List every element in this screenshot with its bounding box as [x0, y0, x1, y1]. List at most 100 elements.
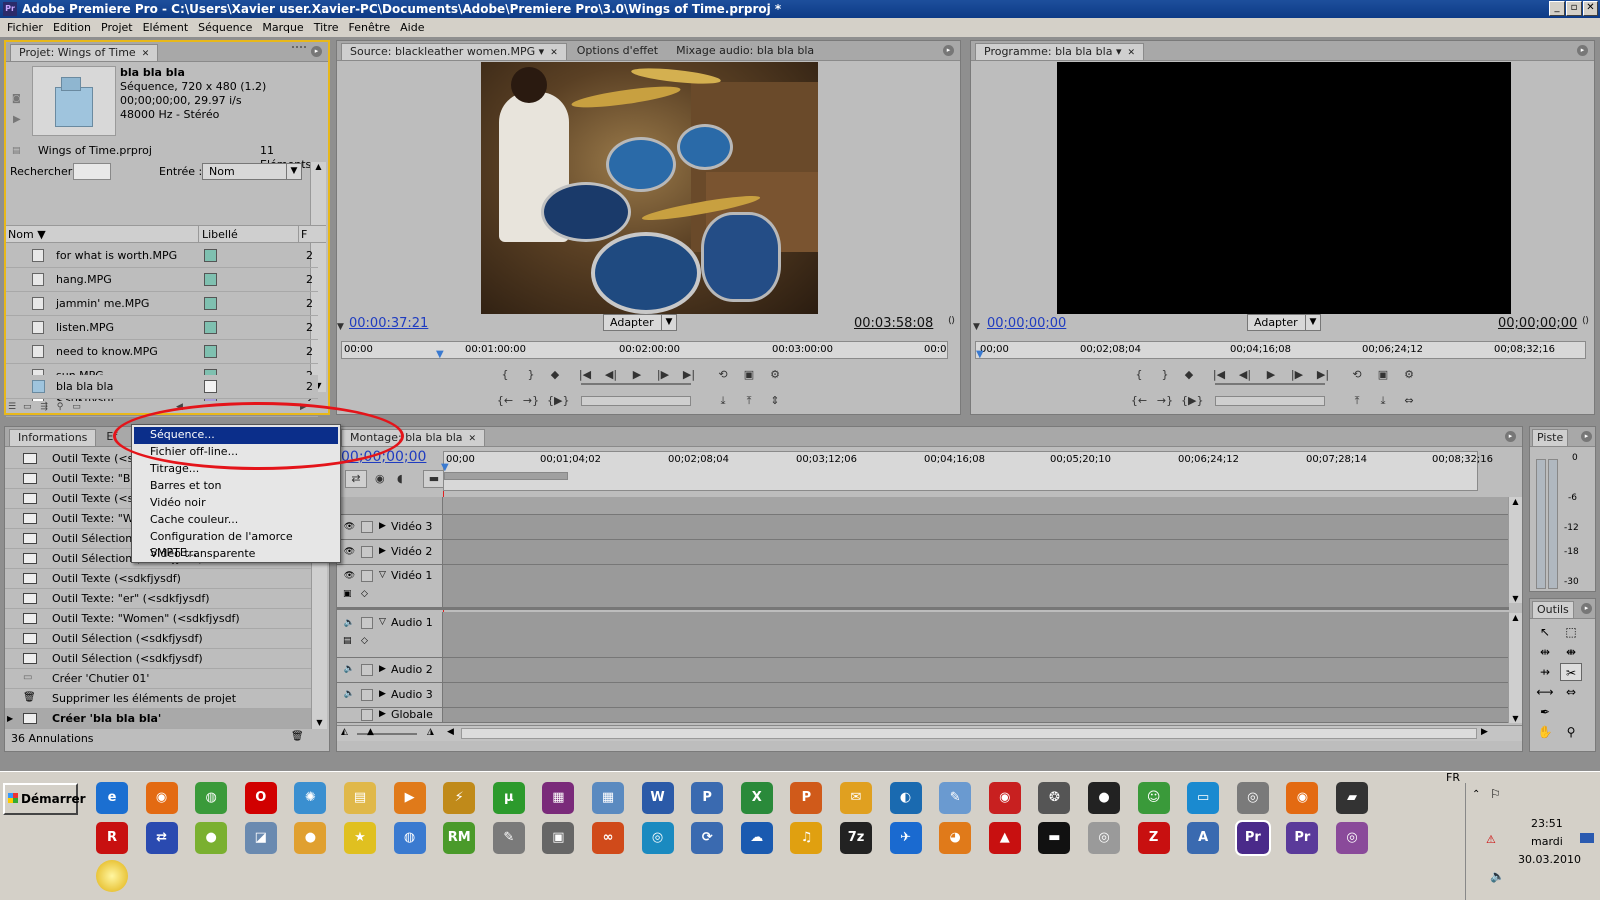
flag-icon[interactable]: ⚐: [1490, 787, 1501, 801]
expand-track-icon[interactable]: ▶: [379, 689, 386, 699]
go-out-icon[interactable]: ▶|: [1313, 366, 1333, 384]
lock-toggle[interactable]: [361, 664, 373, 676]
folder-icon[interactable]: ▤: [344, 782, 376, 814]
opera-icon[interactable]: O: [244, 782, 277, 814]
utorrent-icon[interactable]: µ: [492, 782, 525, 814]
star-icon[interactable]: ★: [344, 822, 376, 854]
jog-slider[interactable]: [1215, 396, 1325, 406]
play-thumbnail-icon[interactable]: ▶: [13, 114, 21, 125]
history-item[interactable]: ▭ Créer 'Chutier 01': [5, 669, 317, 689]
lift-icon[interactable]: ⤒: [1347, 392, 1367, 410]
go-out-point-icon[interactable]: →}: [1155, 392, 1175, 410]
mark-out-icon[interactable]: }: [521, 366, 541, 384]
toggle-take-icon[interactable]: ⇕: [765, 392, 785, 410]
panel-grip-icon[interactable]: [292, 46, 306, 56]
eye-icon[interactable]: 👁: [343, 547, 356, 558]
chain-icon[interactable]: ∞: [592, 822, 624, 854]
project-item-sequence[interactable]: bla bla bla 2: [6, 375, 318, 399]
menu-item-color-matte[interactable]: Cache couleur...: [134, 512, 338, 529]
step-back-icon[interactable]: |◀: [575, 366, 595, 384]
tab-effect-options[interactable]: Options d'effet: [569, 43, 666, 60]
audio-track-1[interactable]: 🔈 ▽ Audio 1 ▤ ◇: [337, 612, 1509, 658]
find-icon[interactable]: ⚲: [57, 402, 64, 412]
speaker-icon[interactable]: 🔈: [343, 618, 356, 629]
expand-track-icon[interactable]: ▶: [379, 664, 386, 674]
scroll-up-icon[interactable]: ▲: [1509, 613, 1522, 622]
video-track-2[interactable]: 👁 ▶ Vidéo 2: [337, 540, 1509, 565]
scroll-up-icon[interactable]: ▲: [1509, 497, 1522, 506]
lock-toggle[interactable]: [361, 546, 373, 558]
cd-burn-icon[interactable]: ◎: [641, 822, 674, 854]
powerpoint-icon[interactable]: P: [790, 782, 823, 814]
scroll-down-icon[interactable]: ▼: [1509, 594, 1522, 603]
marker-icon[interactable]: ◆: [545, 366, 565, 384]
panel-menu-icon[interactable]: ▸: [1505, 431, 1516, 442]
chevron-down-icon[interactable]: ▾: [1116, 45, 1122, 58]
word-icon[interactable]: W: [641, 782, 674, 814]
acrobat-icon[interactable]: ▲: [988, 822, 1021, 854]
play-in-out-icon[interactable]: {▶}: [547, 392, 569, 410]
zoom-out-icon[interactable]: ◭: [341, 727, 348, 737]
audio-track-3[interactable]: 🔈 ▶ Audio 3: [337, 683, 1509, 708]
overlay-icon[interactable]: ⤒: [739, 392, 759, 410]
project-item[interactable]: hang.MPG 2: [6, 268, 318, 292]
network-icon[interactable]: ⇄: [145, 822, 178, 854]
go-out-point-icon[interactable]: →}: [521, 392, 541, 410]
slide-tool-icon[interactable]: ⇔: [1560, 683, 1582, 701]
panel-menu-icon[interactable]: ▸: [1581, 603, 1592, 614]
media-player-icon[interactable]: ▶: [393, 782, 426, 814]
menu-marque[interactable]: Marque: [257, 21, 308, 34]
clapper-icon[interactable]: ▰: [1336, 782, 1368, 814]
refresh-icon[interactable]: ⟳: [691, 822, 724, 854]
notepad-icon[interactable]: ✎: [492, 822, 525, 854]
chrome-icon[interactable]: ◍: [195, 782, 228, 814]
razor-tool-icon[interactable]: ✂: [1560, 663, 1582, 681]
ripple-edit-tool-icon[interactable]: ⇹: [1534, 643, 1556, 661]
source-fit-dropdown[interactable]: Adapter ▼: [603, 314, 677, 331]
dvd-icon[interactable]: ◎: [1336, 822, 1368, 854]
r-app-icon[interactable]: R: [96, 822, 128, 854]
network-globe-icon[interactable]: ◍: [393, 822, 426, 854]
audio-track-2[interactable]: 🔈 ▶ Audio 2: [337, 658, 1509, 683]
console-icon[interactable]: ▬: [1038, 822, 1071, 854]
scroll-up-icon[interactable]: ▲: [311, 162, 326, 171]
globe-icon[interactable]: ◐: [889, 782, 922, 814]
lock-toggle[interactable]: [361, 617, 373, 629]
minimize-button[interactable]: _: [1549, 1, 1565, 16]
burner-icon[interactable]: ◉: [988, 782, 1021, 814]
collapse-track-icon[interactable]: ▽: [379, 617, 386, 627]
tab-informations[interactable]: Informations: [9, 429, 97, 446]
project-item[interactable]: jammin' me.MPG 2: [6, 292, 318, 316]
outlook-icon[interactable]: ✉: [840, 782, 872, 814]
mark-in-icon[interactable]: {: [495, 366, 515, 384]
pen-tool-icon[interactable]: ✒: [1534, 703, 1556, 721]
menu-fenetre[interactable]: Fenêtre: [344, 21, 396, 34]
menu-titre[interactable]: Titre: [309, 21, 344, 34]
history-item[interactable]: Outil Texte (<sdkfjysdf): [5, 569, 317, 589]
panel-menu-icon[interactable]: ▸: [1577, 45, 1588, 56]
eye-icon[interactable]: 👁: [343, 571, 356, 582]
rewind-icon[interactable]: ◀|: [601, 366, 621, 384]
tab-audio-mixer[interactable]: Mixage audio: bla bla bla: [668, 43, 822, 60]
slip-tool-icon[interactable]: ⟷: [1534, 683, 1556, 701]
shuttle-slider[interactable]: [1215, 383, 1325, 387]
waveform-icon[interactable]: ▤: [343, 636, 352, 646]
history-item[interactable]: Outil Texte: "Women" (<sdkfjysdf): [5, 609, 317, 629]
playhead-icon[interactable]: ▼: [441, 462, 449, 474]
timeline-ruler[interactable]: 00;00 00;01;04;02 00;02;08;04 00;03;12;0…: [441, 451, 1493, 491]
calculator-icon[interactable]: ▦: [592, 782, 624, 814]
mark-in-icon[interactable]: {: [1129, 366, 1149, 384]
history-item[interactable]: 🗑 Supprimer les éléments de projet: [5, 689, 317, 709]
menu-projet[interactable]: Projet: [96, 21, 138, 34]
lock-toggle[interactable]: [361, 521, 373, 533]
volume-icon[interactable]: 🔈: [1490, 869, 1505, 883]
close-tab-icon[interactable]: ✕: [469, 434, 477, 444]
list-view-icon[interactable]: ☰: [8, 402, 16, 412]
program-fit-dropdown[interactable]: Adapter ▼: [1247, 314, 1321, 331]
zoom-tool-icon[interactable]: ⚲: [1560, 723, 1582, 741]
close-tab-icon[interactable]: ✕: [550, 48, 558, 58]
safari-icon[interactable]: ✺: [294, 782, 327, 814]
project-item[interactable]: for what is worth.MPG 2: [6, 244, 318, 268]
safe-margins-icon[interactable]: ▣: [739, 366, 759, 384]
step-back-icon[interactable]: |◀: [1209, 366, 1229, 384]
